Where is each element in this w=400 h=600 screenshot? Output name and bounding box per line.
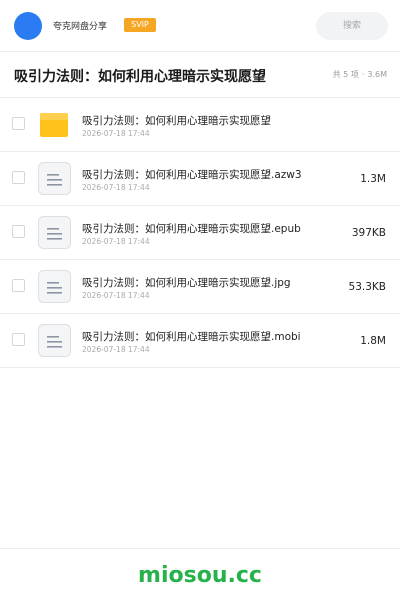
file-name: 吸引力法则：如何利用心理暗示实现愿望.azw3 xyxy=(82,169,302,181)
file-date: 2026-07-18 17:44 xyxy=(82,237,150,246)
file-name: 吸引力法则：如何利用心理暗示实现愿望.mobi xyxy=(82,331,301,343)
file-row-azw3[interactable]: 吸引力法则：如何利用心理暗示实现愿望.azw3 2026-07-18 17:44… xyxy=(0,152,400,206)
row-checkbox[interactable] xyxy=(12,225,25,238)
file-date: 2026-07-18 17:44 xyxy=(82,183,150,192)
svip-badge: SVIP xyxy=(124,18,156,32)
folder-icon xyxy=(38,108,71,141)
document-icon xyxy=(38,162,71,195)
file-name: 吸引力法则：如何利用心理暗示实现愿望 xyxy=(82,115,271,127)
file-row-jpg[interactable]: 吸引力法则：如何利用心理暗示实现愿望.jpg 2026-07-18 17:44 … xyxy=(0,260,400,314)
watermark: miosou.cc xyxy=(138,563,262,588)
file-date: 2026-07-18 17:44 xyxy=(82,345,150,354)
file-size: 397KB xyxy=(351,227,386,239)
total-size: 3.6M xyxy=(367,70,387,79)
file-name: 吸引力法则：如何利用心理暗示实现愿望.jpg xyxy=(82,277,291,289)
item-count: 共 5 项 xyxy=(332,70,359,79)
file-size: 53.3KB xyxy=(348,281,386,293)
page-title: 吸引力法则：如何利用心理暗示实现愿望 xyxy=(14,69,266,85)
row-checkbox[interactable] xyxy=(12,171,25,184)
share-page: 夸克网盘分享 SVIP 搜索 吸引力法则：如何利用心理暗示实现愿望 共 5 项 ·… xyxy=(0,0,400,600)
file-date: 2026-07-18 17:44 xyxy=(82,129,150,138)
row-checkbox[interactable] xyxy=(12,333,25,346)
file-size: 1.8M xyxy=(360,335,386,347)
summary-separator: · xyxy=(361,70,365,79)
file-date: 2026-07-18 17:44 xyxy=(82,291,150,300)
file-size: 1.3M xyxy=(360,173,386,185)
file-row-folder[interactable]: 吸引力法则：如何利用心理暗示实现愿望 2026-07-18 17:44 xyxy=(0,98,400,152)
document-icon xyxy=(38,216,71,249)
file-name: 吸引力法则：如何利用心理暗示实现愿望.epub xyxy=(82,223,301,235)
share-summary: 共 5 项 · 3.6M xyxy=(333,69,387,80)
row-checkbox[interactable] xyxy=(12,279,25,292)
avatar[interactable] xyxy=(14,12,42,40)
header: 夸克网盘分享 SVIP 搜索 xyxy=(0,0,400,52)
search-input[interactable]: 搜索 xyxy=(316,12,388,40)
file-row-epub[interactable]: 吸引力法则：如何利用心理暗示实现愿望.epub 2026-07-18 17:44… xyxy=(0,206,400,260)
footer: miosou.cc xyxy=(0,548,400,600)
document-icon xyxy=(38,270,71,303)
row-checkbox[interactable] xyxy=(12,117,25,130)
document-icon xyxy=(38,324,71,357)
file-list: 吸引力法则：如何利用心理暗示实现愿望 2026-07-18 17:44 吸引力法… xyxy=(0,98,400,368)
file-row-mobi[interactable]: 吸引力法则：如何利用心理暗示实现愿望.mobi 2026-07-18 17:44… xyxy=(0,314,400,368)
title-row: 吸引力法则：如何利用心理暗示实现愿望 共 5 项 · 3.6M xyxy=(0,52,400,98)
app-name: 夸克网盘分享 xyxy=(53,22,108,32)
